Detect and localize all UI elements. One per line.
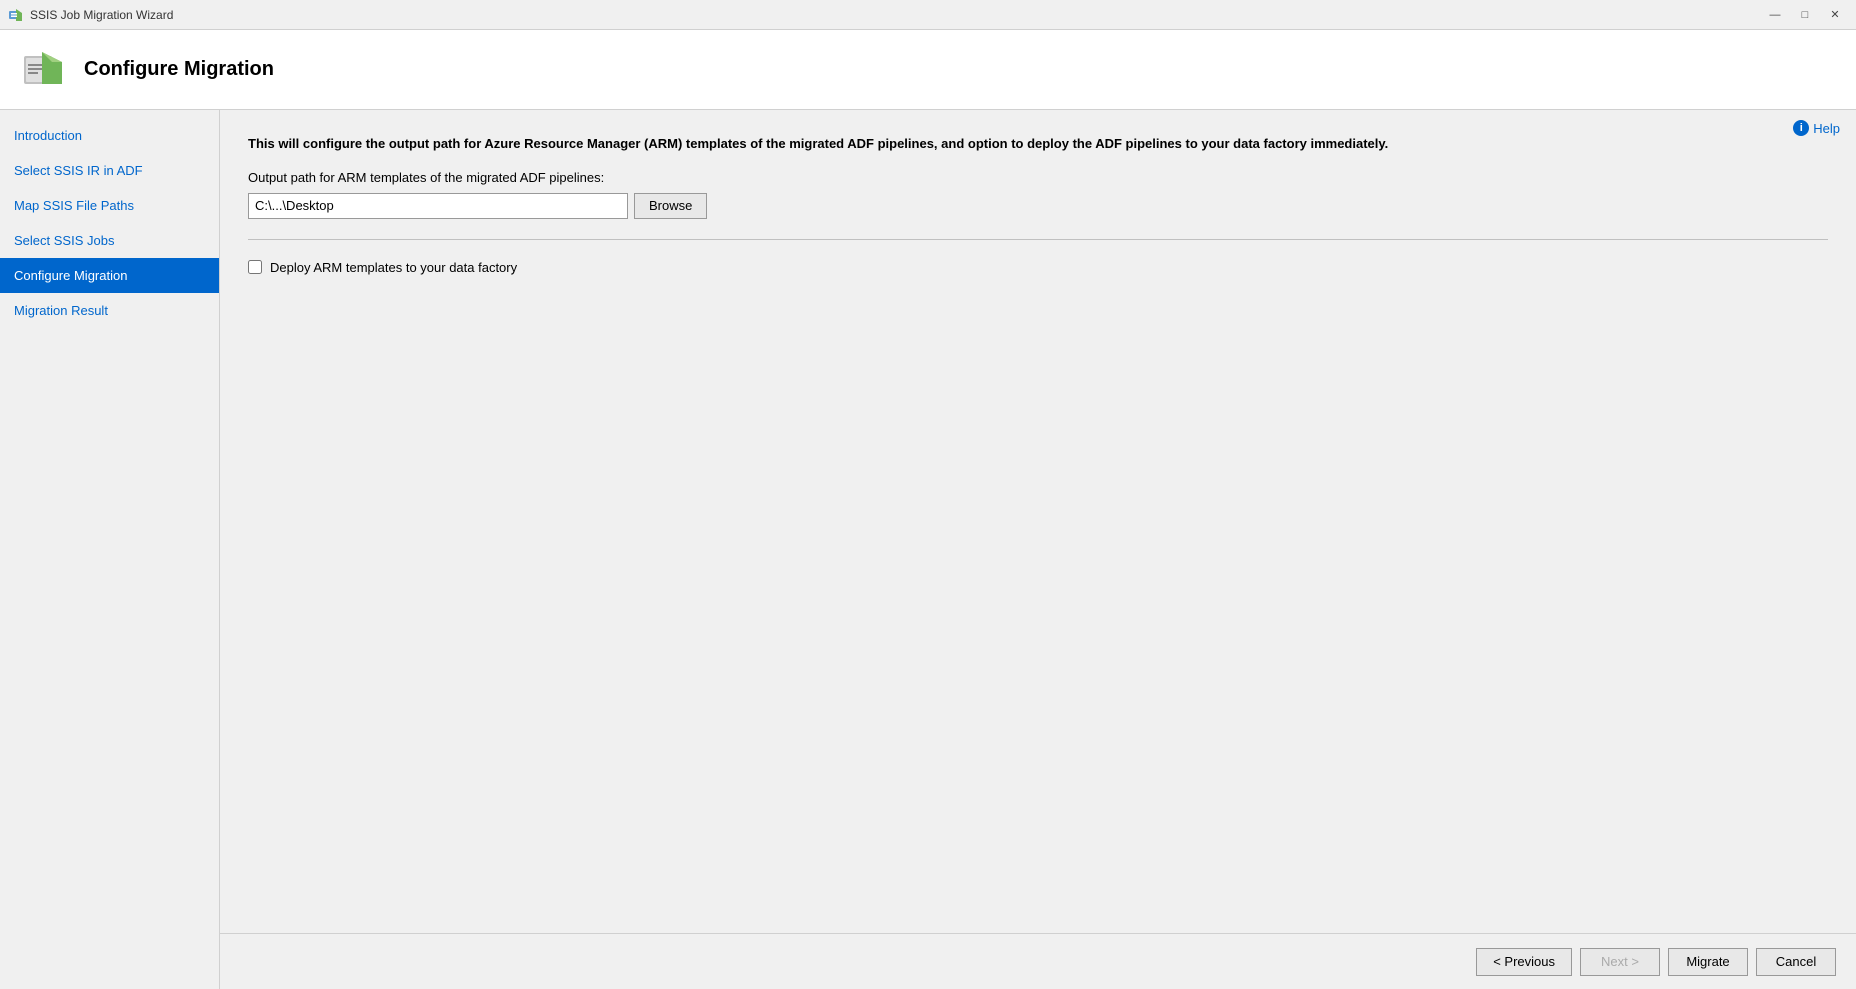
content-inner: This will configure the output path for … [220, 110, 1856, 933]
description-text: This will configure the output path for … [248, 134, 1828, 154]
minimize-button[interactable]: — [1762, 5, 1788, 25]
sidebar-item-migration-result[interactable]: Migration Result [0, 293, 219, 328]
sidebar: Introduction Select SSIS IR in ADF Map S… [0, 110, 220, 989]
maximize-button[interactable]: □ [1792, 5, 1818, 25]
main-layout: Introduction Select SSIS IR in ADF Map S… [0, 110, 1856, 989]
app-icon [8, 7, 24, 23]
sidebar-item-select-ssis-ir[interactable]: Select SSIS IR in ADF [0, 153, 219, 188]
sidebar-item-select-ssis-jobs[interactable]: Select SSIS Jobs [0, 223, 219, 258]
help-link[interactable]: i Help [1793, 120, 1840, 136]
sidebar-item-introduction[interactable]: Introduction [0, 118, 219, 153]
help-icon: i [1793, 120, 1809, 136]
content-area: i Help This will configure the output pa… [220, 110, 1856, 989]
title-bar: SSIS Job Migration Wizard — □ ✕ [0, 0, 1856, 30]
deploy-checkbox-row: Deploy ARM templates to your data factor… [248, 260, 1828, 275]
migrate-button[interactable]: Migrate [1668, 948, 1748, 976]
browse-button[interactable]: Browse [634, 193, 707, 219]
previous-button[interactable]: < Previous [1476, 948, 1572, 976]
separator [248, 239, 1828, 240]
output-label: Output path for ARM templates of the mig… [248, 170, 1828, 185]
deploy-checkbox-label[interactable]: Deploy ARM templates to your data factor… [270, 260, 517, 275]
title-bar-controls: — □ ✕ [1762, 5, 1848, 25]
path-row: Browse [248, 193, 1828, 219]
header: Configure Migration [0, 30, 1856, 110]
sidebar-item-map-ssis-file-paths[interactable]: Map SSIS File Paths [0, 188, 219, 223]
page-title: Configure Migration [84, 58, 274, 81]
cancel-button[interactable]: Cancel [1756, 948, 1836, 976]
title-bar-title: SSIS Job Migration Wizard [30, 8, 173, 22]
title-bar-left: SSIS Job Migration Wizard [8, 7, 173, 23]
header-icon [20, 46, 68, 94]
output-path-input[interactable] [248, 193, 628, 219]
next-button[interactable]: Next > [1580, 948, 1660, 976]
sidebar-item-configure-migration[interactable]: Configure Migration [0, 258, 219, 293]
bottom-bar: < Previous Next > Migrate Cancel [220, 933, 1856, 989]
deploy-checkbox[interactable] [248, 260, 262, 274]
close-button[interactable]: ✕ [1822, 5, 1848, 25]
